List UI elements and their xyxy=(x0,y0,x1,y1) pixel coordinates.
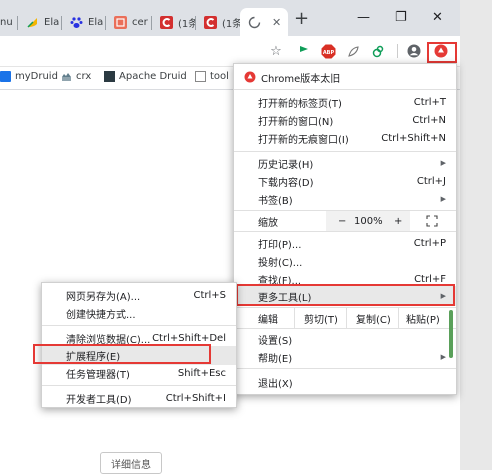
extensions-highlight xyxy=(33,344,211,364)
menu-print[interactable]: 打印(P)... Ctrl+P xyxy=(234,234,456,252)
loading-icon xyxy=(248,16,261,29)
submenu-task-manager[interactable]: 任务管理器(T) Shift+Esc xyxy=(42,364,236,382)
green-flag-icon[interactable] xyxy=(296,43,312,59)
tab-title: (1条 xyxy=(178,18,196,30)
chrome-main-menu: Chrome版本太旧 打开新的标签页(T) Ctrl+T 打开新的窗口(N) C… xyxy=(233,63,457,395)
browser-tab[interactable]: Ela xyxy=(62,8,106,36)
red-c-icon xyxy=(204,15,217,29)
bookmark-label: Apache Druid xyxy=(119,71,187,82)
tab-title: Ela xyxy=(88,16,104,28)
menu-history[interactable]: 历史记录(H) ▶ xyxy=(234,154,456,172)
browser-tab[interactable]: cer xyxy=(106,8,152,36)
fullscreen-icon[interactable] xyxy=(426,215,438,230)
menu-settings[interactable]: 设置(S) xyxy=(234,330,456,348)
chevron-right-icon: ▶ xyxy=(440,159,446,167)
menu-new-tab[interactable]: 打开新的标签页(T) Ctrl+T xyxy=(234,93,456,111)
bookmark-label: crx xyxy=(76,71,92,82)
zoom-label: 缩放 xyxy=(258,217,278,229)
tab-title: (1条 xyxy=(222,18,240,30)
star-icon[interactable]: ☆ xyxy=(268,43,284,59)
paste-button[interactable]: 粘贴(P) xyxy=(406,311,440,326)
close-icon[interactable]: ✕ xyxy=(272,16,281,29)
browser-tab-active[interactable]: ✕ xyxy=(240,8,288,36)
update-warning-icon xyxy=(244,71,256,83)
baidu-paw-icon xyxy=(70,16,83,29)
tab-title: nu xyxy=(0,16,13,28)
jianshu-icon xyxy=(114,15,127,29)
druid-logo-icon xyxy=(104,71,115,82)
chevron-right-icon: ▶ xyxy=(440,353,446,361)
zoom-out-button[interactable]: − xyxy=(338,216,346,227)
restore-button[interactable]: ❐ xyxy=(395,10,407,25)
submenu-create-shortcut[interactable]: 创建快捷方式... xyxy=(42,304,236,322)
bookmark-label: myDruid xyxy=(15,71,58,82)
browser-tab[interactable]: Ela xyxy=(18,8,62,36)
copy-button[interactable]: 复制(C) xyxy=(356,311,391,326)
browser-tab[interactable]: (1条 xyxy=(196,8,240,36)
bookmark-item[interactable]: crx xyxy=(61,71,91,82)
evernote-icon[interactable] xyxy=(370,43,386,59)
menu-help[interactable]: 帮助(E) ▶ xyxy=(234,348,456,366)
tool-icon xyxy=(195,71,206,82)
tab-title: Ela xyxy=(44,16,60,28)
submenu-dev-tools[interactable]: 开发者工具(D) Ctrl+Shift+I xyxy=(42,389,236,407)
zoom-in-button[interactable]: + xyxy=(394,216,402,227)
account-icon[interactable] xyxy=(406,43,422,59)
browser-tab[interactable]: (1条 xyxy=(152,8,196,36)
chevron-right-icon: ▶ xyxy=(440,195,446,203)
yellow-leaf-icon xyxy=(26,16,39,29)
bookmark-item[interactable]: tool xyxy=(195,71,229,82)
bookmark-label: tool xyxy=(210,71,229,82)
adblock-icon[interactable]: ABP xyxy=(320,43,336,59)
menu-new-window[interactable]: 打开新的窗口(N) Ctrl+N xyxy=(234,111,456,129)
bookmark-item[interactable]: myDruid xyxy=(0,71,58,82)
details-button[interactable]: 详细信息 xyxy=(100,452,162,474)
minimize-button[interactable]: — xyxy=(357,10,370,25)
bookmark-item[interactable]: Apache Druid xyxy=(104,71,187,82)
menu-exit[interactable]: 退出(X) xyxy=(234,373,456,391)
new-tab-button[interactable]: + xyxy=(294,10,309,28)
svg-text:ABP: ABP xyxy=(322,50,334,56)
tab-strip: nu Ela Ela cer (1条 (1条 ✕ + — ❐ ✕ xyxy=(0,0,460,36)
more-tools-highlight xyxy=(236,284,455,306)
cut-button[interactable]: 剪切(T) xyxy=(304,311,338,326)
close-window-button[interactable]: ✕ xyxy=(432,10,443,25)
red-c-icon xyxy=(160,15,173,29)
menu-button-highlight xyxy=(427,42,457,63)
menu-zoom-row: 缩放 − 100% + xyxy=(234,211,456,231)
menu-edit-row: 编辑 剪切(T) 复制(C) 粘贴(P) xyxy=(234,308,456,328)
menu-cast[interactable]: 投射(C)... xyxy=(234,252,456,270)
submenu-save-page[interactable]: 网页另存为(A)... Ctrl+S xyxy=(42,286,236,304)
menu-new-incognito[interactable]: 打开新的无痕窗口(I) Ctrl+Shift+N xyxy=(234,129,456,147)
background-window xyxy=(460,0,492,470)
update-header[interactable]: Chrome版本太旧 xyxy=(234,67,456,87)
crx-icon xyxy=(61,71,72,82)
druid-icon xyxy=(0,71,11,82)
feather-icon[interactable] xyxy=(345,43,361,59)
tab-title: cer xyxy=(132,16,148,28)
edit-label: 编辑 xyxy=(258,314,278,326)
menu-scrollbar[interactable] xyxy=(449,310,453,358)
menu-downloads[interactable]: 下载内容(D) Ctrl+J xyxy=(234,172,456,190)
zoom-value: 100% xyxy=(354,215,383,227)
menu-bookmarks[interactable]: 书签(B) ▶ xyxy=(234,190,456,208)
browser-tab[interactable]: nu xyxy=(0,8,18,36)
